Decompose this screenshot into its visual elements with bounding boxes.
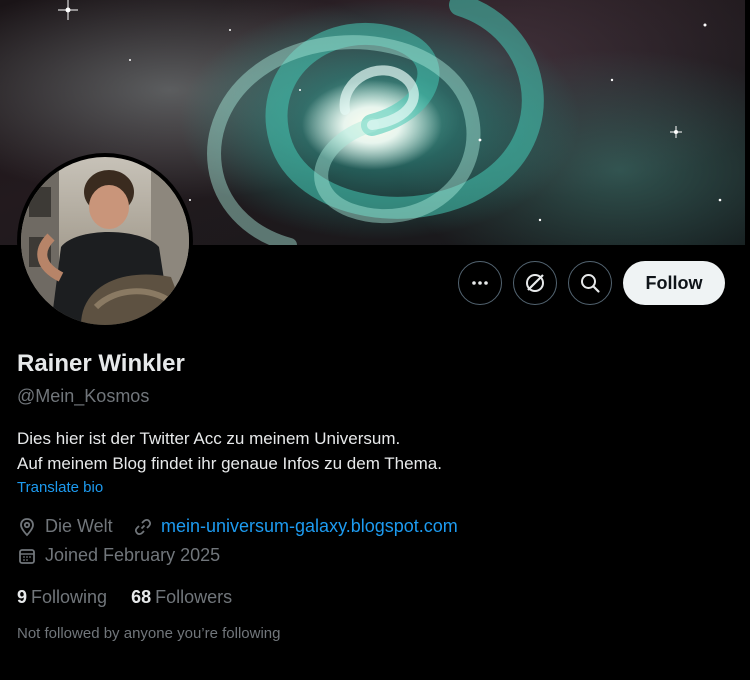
search-icon xyxy=(581,274,600,293)
more-icon xyxy=(472,281,488,285)
joined-text: Joined February 2025 xyxy=(45,545,221,565)
translate-bio-link[interactable]: Translate bio xyxy=(17,479,103,496)
following-label: Following xyxy=(31,587,108,607)
followers-count: 68 xyxy=(131,587,152,607)
location-text: Die Welt xyxy=(45,516,113,536)
search-profile-button[interactable] xyxy=(568,261,612,305)
following-count: 9 xyxy=(17,587,28,607)
following-link[interactable]: 9 Following xyxy=(17,587,107,608)
joined-item: Joined February 2025 xyxy=(17,545,220,566)
user-handle: @Mein_Kosmos xyxy=(17,386,150,406)
website-item[interactable]: mein-universum-galaxy.blogspot.com xyxy=(133,516,458,537)
website-link[interactable]: mein-universum-galaxy.blogspot.com xyxy=(161,516,458,537)
follow-stats: 9 Following 68 Followers xyxy=(17,587,232,608)
avatar-photo xyxy=(21,157,189,325)
more-button[interactable] xyxy=(458,261,502,305)
calendar-icon xyxy=(19,548,35,564)
banner-edge xyxy=(745,0,750,245)
grok-button[interactable] xyxy=(513,261,557,305)
followers-link[interactable]: 68 Followers xyxy=(131,587,232,608)
location-pin-icon xyxy=(20,517,34,536)
grok-icon xyxy=(526,274,544,292)
bio-line: Dies hier ist der Twitter Acc zu meinem … xyxy=(17,429,401,448)
profile-avatar[interactable] xyxy=(17,153,193,329)
display-name: Rainer Winkler xyxy=(17,350,185,377)
location-item: Die Welt xyxy=(17,516,113,537)
not-followed-note: Not followed by anyone you’re following xyxy=(17,625,281,642)
bio-line: Auf meinem Blog findet ihr genaue Infos … xyxy=(17,454,442,473)
link-icon xyxy=(134,518,152,535)
followers-label: Followers xyxy=(155,587,233,607)
profile-bio: Dies hier ist der Twitter Acc zu meinem … xyxy=(17,426,442,476)
follow-button[interactable]: Follow xyxy=(623,261,725,305)
